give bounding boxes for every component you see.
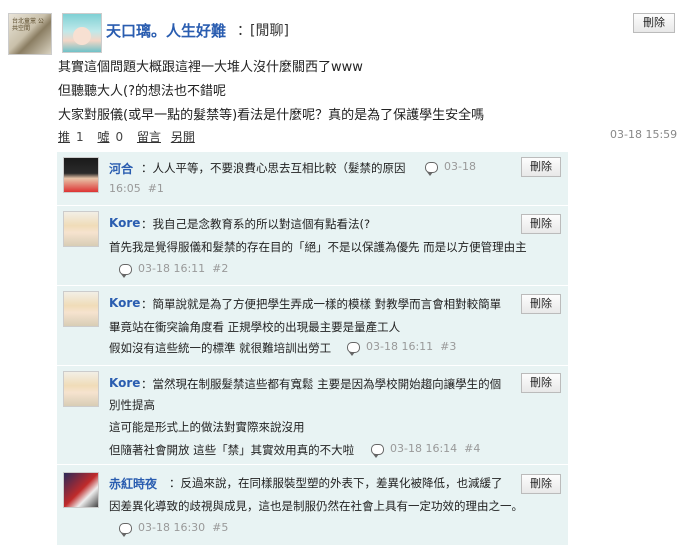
post-separator: ： <box>237 23 251 39</box>
reply-author-name[interactable]: Kore <box>109 376 140 390</box>
reply-text-line: 首先我是覺得服儀和髮禁的存在目的「絕」不是以保護為優先 而是以方便管理由主 <box>109 240 527 254</box>
reply-text-line: ：反過來說，在同樣服裝型塑的外表下，差異化被降低，也減緩了 <box>169 476 503 490</box>
post-actions: 推1 噓0 留言 另開 <box>58 128 201 145</box>
reply-time-2: 16:05 <box>109 182 141 195</box>
comment-bubble-icon[interactable] <box>119 263 132 278</box>
reply-meta: 03-18 16:30 #5 <box>119 521 229 537</box>
reply-text-line: 但隨著社會開放 這些「禁」其實效用真的不大啦 <box>109 443 355 457</box>
kore-avatar[interactable] <box>63 371 99 407</box>
reply-delete-button[interactable]: 刪除 <box>521 294 561 314</box>
reply-time: 03-18 16:30 <box>138 521 206 534</box>
kore-avatar[interactable] <box>63 211 99 247</box>
reply-button[interactable]: 留言 <box>137 130 161 144</box>
reply-author-name[interactable]: Kore <box>109 296 140 310</box>
reply-time: 03-18 16:14 <box>390 442 458 455</box>
reply-delete-button[interactable]: 刪除 <box>521 373 561 393</box>
dark-hair-avatar[interactable] <box>63 157 99 193</box>
reply-author-name[interactable]: 河合 <box>109 160 133 177</box>
reply-text-line: 畢竟站在衝突論角度看 正規學校的出現最主要是量產工人 <box>109 320 401 334</box>
post-delete-button[interactable]: 刪除 <box>633 13 675 33</box>
reply-text-line: 因差異化導致的歧視與成見，這也是制服仍然在社會上具有一定功效的理由之一。 <box>109 499 523 513</box>
reply-text-line: ：簡單說就是為了方便把學生弄成一樣的模樣 對教學而言會相對較簡單 <box>141 297 502 311</box>
reply-time: 03-18 16:11 <box>366 340 434 353</box>
push-count: 1 <box>76 130 84 144</box>
reply-floor: #4 <box>464 442 481 455</box>
reply-text-line: ：當然現在制服髮禁這些都有寬鬆 主要是因為學校開始趨向讓學生的個 <box>141 377 502 391</box>
post-line-2: 但聽聽大人(?的想法也不錯呢 <box>58 84 226 99</box>
post-timestamp: 03-18 15:59 <box>610 128 678 141</box>
reply-floor: #3 <box>440 340 457 353</box>
reply-meta: 03-18 16:14 #4 <box>371 442 481 458</box>
reply-text-line: 假如沒有這些統一的標準 就很難培訓出勞工 <box>109 341 332 355</box>
open-new-button[interactable]: 另開 <box>171 130 195 144</box>
reply-meta-2: 16:05 #1 <box>109 182 164 195</box>
reply-item: Kore ：簡單說就是為了方便把學生弄成一樣的模樣 對教學而言會相對較簡單 畢竟… <box>57 285 568 365</box>
reply-delete-button[interactable]: 刪除 <box>521 157 561 177</box>
reply-author-name[interactable]: 赤紅時夜 <box>109 475 157 492</box>
reply-delete-button[interactable]: 刪除 <box>521 214 561 234</box>
reply-author-name[interactable]: Kore <box>109 216 140 230</box>
reply-meta: 03-18 16:11 #3 <box>347 340 457 356</box>
reply-meta: 03-18 <box>425 160 476 176</box>
reply-text-line: ：人人平等，不要浪費心思去互相比較（髮禁的原因 <box>141 161 406 175</box>
kore-avatar[interactable] <box>63 291 99 327</box>
reply-delete-button[interactable]: 刪除 <box>521 474 561 494</box>
push-button[interactable]: 推 <box>58 130 70 144</box>
reply-floor: #2 <box>212 262 229 275</box>
comment-bubble-icon[interactable] <box>425 161 438 176</box>
reply-text-line: 別性提高 <box>109 398 155 412</box>
reply-time: 03-18 <box>444 160 476 173</box>
board-avatar[interactable]: 台北童黨 公共空間 <box>8 13 52 55</box>
boo-count: 0 <box>115 130 124 144</box>
reply-floor: #1 <box>147 182 164 195</box>
post-author-name[interactable]: 天口璃。人生好難 <box>106 20 226 41</box>
reply-time: 03-18 16:11 <box>138 262 206 275</box>
comment-bubble-icon[interactable] <box>371 443 384 458</box>
reply-item: 赤紅時夜 ：反過來說，在同樣服裝型塑的外表下，差異化被降低，也減緩了 因差異化導… <box>57 464 568 545</box>
red-hair-avatar[interactable] <box>63 472 99 508</box>
reply-floor: #5 <box>212 521 229 534</box>
post-line-3: 大家對服儀(或早一點的髮禁等)看法是什麼呢？真的是為了保護學生安全嗎 <box>58 108 485 123</box>
reply-item: 河合 ：人人平等，不要浪費心思去互相比較（髮禁的原因 03-18 16:05 #… <box>57 151 568 205</box>
reply-meta: 03-18 16:11 #2 <box>119 262 229 278</box>
reply-item: Kore ：我自己是念教育系的所以對這個有點看法(? 首先我是覺得服儀和髮禁的存… <box>57 205 568 285</box>
reply-item: Kore ：當然現在制服髮禁這些都有寬鬆 主要是因為學校開始趨向讓學生的個 別性… <box>57 365 568 464</box>
reply-text-line: ：我自己是念教育系的所以對這個有點看法(? <box>141 217 371 231</box>
boo-button[interactable]: 噓 <box>97 130 109 144</box>
reply-text-line: 這可能是形式上的做法對實際來說沒用 <box>109 420 305 434</box>
avatar-face <box>73 27 91 45</box>
post-category: [閒聊] <box>250 23 289 39</box>
board-avatar-text: 台北童黨 公共空間 <box>12 18 44 32</box>
post-line-1: 其實這個問題大概跟這裡一大堆人沒什麼關西了www <box>58 60 363 75</box>
comment-bubble-icon[interactable] <box>119 522 132 537</box>
comment-bubble-icon[interactable] <box>347 341 360 356</box>
author-avatar[interactable] <box>62 13 102 53</box>
